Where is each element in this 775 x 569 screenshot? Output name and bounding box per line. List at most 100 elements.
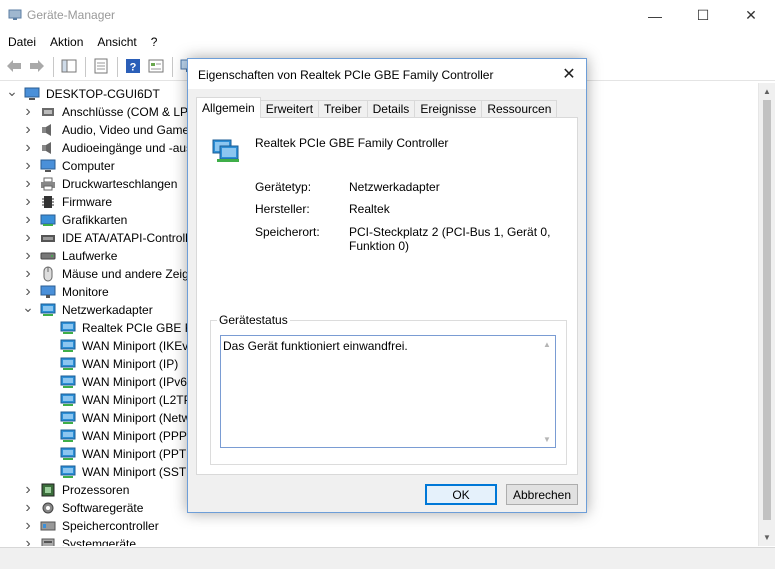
tree-item-label: DESKTOP-CGUI6DT <box>46 87 160 101</box>
device-status-textbox[interactable]: Das Gerät funktioniert einwandfrei. ▲ ▼ <box>220 335 556 448</box>
device-manager-app-icon <box>8 9 22 21</box>
chevron-right-icon[interactable]: › <box>22 121 34 138</box>
tree-item-label: WAN Miniport (PPTP) <box>82 447 199 461</box>
help-button[interactable]: ? <box>122 56 144 78</box>
close-button[interactable]: ✕ <box>727 0 775 31</box>
speaker-icon <box>40 122 56 138</box>
toolbar-separator <box>117 57 118 77</box>
tree-item[interactable]: › Grafikkarten <box>22 211 127 229</box>
maximize-button[interactable]: ☐ <box>679 0 727 31</box>
menu-help[interactable]: ? <box>145 31 164 53</box>
software-device-icon <box>40 500 56 516</box>
chevron-right-icon[interactable]: › <box>22 175 34 192</box>
chevron-right-icon[interactable]: › <box>22 139 34 156</box>
properties-icon <box>94 58 108 77</box>
location-value: PCI-Steckplatz 2 (PCI-Bus 1, Gerät 0, Fu… <box>349 225 551 253</box>
tree-item[interactable]: › Firmware <box>22 193 112 211</box>
window-titlebar: Geräte-Manager — ☐ ✕ <box>0 0 775 31</box>
menu-bar: Datei Aktion Ansicht ? <box>0 31 775 53</box>
toolbar-separator <box>85 57 86 77</box>
chevron-right-icon[interactable]: › <box>22 517 34 534</box>
chevron-right-icon[interactable]: › <box>22 283 34 300</box>
chevron-right-icon[interactable]: › <box>22 193 34 210</box>
manufacturer-value: Realtek <box>349 202 390 216</box>
device-type-label: Gerätetyp: <box>255 180 312 194</box>
toolbar-separator <box>53 57 54 77</box>
menu-datei[interactable]: Datei <box>2 31 42 53</box>
forward-arrow-icon <box>29 59 45 76</box>
chevron-right-icon[interactable]: › <box>22 535 34 546</box>
back-arrow-icon <box>6 59 22 76</box>
tab-ressourcen[interactable]: Ressourcen <box>481 100 558 118</box>
tree-item-label: WAN Miniport (IPv6) <box>82 375 191 389</box>
tree-item[interactable]: › Computer <box>22 157 115 175</box>
tree-item[interactable]: WAN Miniport (IP) <box>60 355 178 373</box>
tree-item[interactable]: › Druckwarteschlangen <box>22 175 177 193</box>
tree-item[interactable]: › IDE ATA/ATAPI-Controller <box>22 229 198 247</box>
tree-item-label: Grafikkarten <box>62 213 128 227</box>
chevron-right-icon[interactable]: › <box>22 247 34 264</box>
tree-item[interactable]: WAN Miniport (SSTP) <box>60 463 198 481</box>
chevron-right-icon[interactable]: › <box>22 265 34 282</box>
properties-button[interactable] <box>90 56 112 78</box>
status-bar <box>0 547 775 569</box>
minimize-button[interactable]: — <box>631 0 679 31</box>
scroll-down-icon[interactable]: ▼ <box>759 529 775 546</box>
tab-erweitert[interactable]: Erweitert <box>259 100 320 118</box>
view-button[interactable] <box>145 56 167 78</box>
chevron-down-icon[interactable]: ⌄ <box>22 299 34 315</box>
chevron-right-icon[interactable]: › <box>22 229 34 246</box>
tree-item[interactable]: ⌄ Netzwerkadapter <box>22 299 153 319</box>
menu-ansicht[interactable]: Ansicht <box>91 31 142 53</box>
display-adapter-icon <box>40 212 56 228</box>
dialog-tabs: Allgemein Erweitert Treiber Details Erei… <box>196 97 558 118</box>
tree-item[interactable]: WAN Miniport (IKEv2) <box>60 337 199 355</box>
network-adapter-icon <box>60 410 76 426</box>
chevron-right-icon[interactable]: › <box>22 481 34 498</box>
tree-item[interactable]: › Softwaregeräte <box>22 499 143 517</box>
chevron-right-icon[interactable]: › <box>22 211 34 228</box>
network-adapter-icon <box>60 446 76 462</box>
tree-item-label: WAN Miniport (IKEv2) <box>82 339 199 353</box>
tree-item[interactable]: WAN Miniport (IPv6) <box>60 373 191 391</box>
menu-aktion[interactable]: Aktion <box>44 31 89 53</box>
scrollbar-thumb[interactable] <box>763 100 771 520</box>
tree-item[interactable]: › Speichercontroller <box>22 517 159 535</box>
tree-item[interactable]: ⌄ DESKTOP-CGUI6DT <box>6 83 160 103</box>
dialog-close-button[interactable]: ✕ <box>552 59 586 89</box>
network-adapter-icon <box>60 464 76 480</box>
tab-details[interactable]: Details <box>366 100 416 118</box>
tree-item[interactable]: WAN Miniport (PPPOE) <box>60 427 208 445</box>
tree-item-label: WAN Miniport (IP) <box>82 357 179 371</box>
tab-ereignisse[interactable]: Ereignisse <box>414 100 483 118</box>
tab-allgemein[interactable]: Allgemein <box>196 97 261 118</box>
ok-button[interactable]: OK <box>425 484 497 505</box>
chevron-down-icon[interactable]: ⌄ <box>6 83 18 99</box>
chevron-right-icon[interactable]: › <box>22 499 34 516</box>
chip-icon <box>40 194 56 210</box>
tree-item-label: Computer <box>62 159 115 173</box>
computer-icon <box>40 158 56 174</box>
tree-vertical-scrollbar[interactable]: ▲ ▼ <box>758 83 775 546</box>
chevron-right-icon[interactable]: › <box>22 157 34 174</box>
tree-item[interactable]: › Laufwerke <box>22 247 117 265</box>
scroll-down-icon[interactable]: ▼ <box>542 434 552 444</box>
forward-button[interactable] <box>26 56 48 78</box>
tree-item[interactable]: › Anschlüsse (COM & LPT) <box>22 103 199 121</box>
tree-item[interactable]: › Systemgeräte <box>22 535 136 546</box>
chevron-right-icon[interactable]: › <box>22 103 34 120</box>
root-computer-icon <box>24 86 40 102</box>
cancel-button[interactable]: Abbrechen <box>506 484 578 505</box>
tree-item[interactable]: › Monitore <box>22 283 108 301</box>
scroll-up-icon[interactable]: ▲ <box>759 83 775 100</box>
tree-item-label: Speichercontroller <box>62 519 159 533</box>
console-tree-button[interactable] <box>58 56 80 78</box>
tree-item[interactable]: WAN Miniport (L2TP) <box>60 391 196 409</box>
device-status-text: Das Gerät funktioniert einwandfrei. <box>223 339 408 353</box>
tree-item[interactable]: › Prozessoren <box>22 481 129 499</box>
tab-treiber[interactable]: Treiber <box>318 100 368 118</box>
tree-item-label: Systemgeräte <box>62 537 137 546</box>
back-button[interactable] <box>3 56 25 78</box>
tree-item[interactable]: WAN Miniport (PPTP) <box>60 445 198 463</box>
scroll-up-icon[interactable]: ▲ <box>542 339 552 349</box>
